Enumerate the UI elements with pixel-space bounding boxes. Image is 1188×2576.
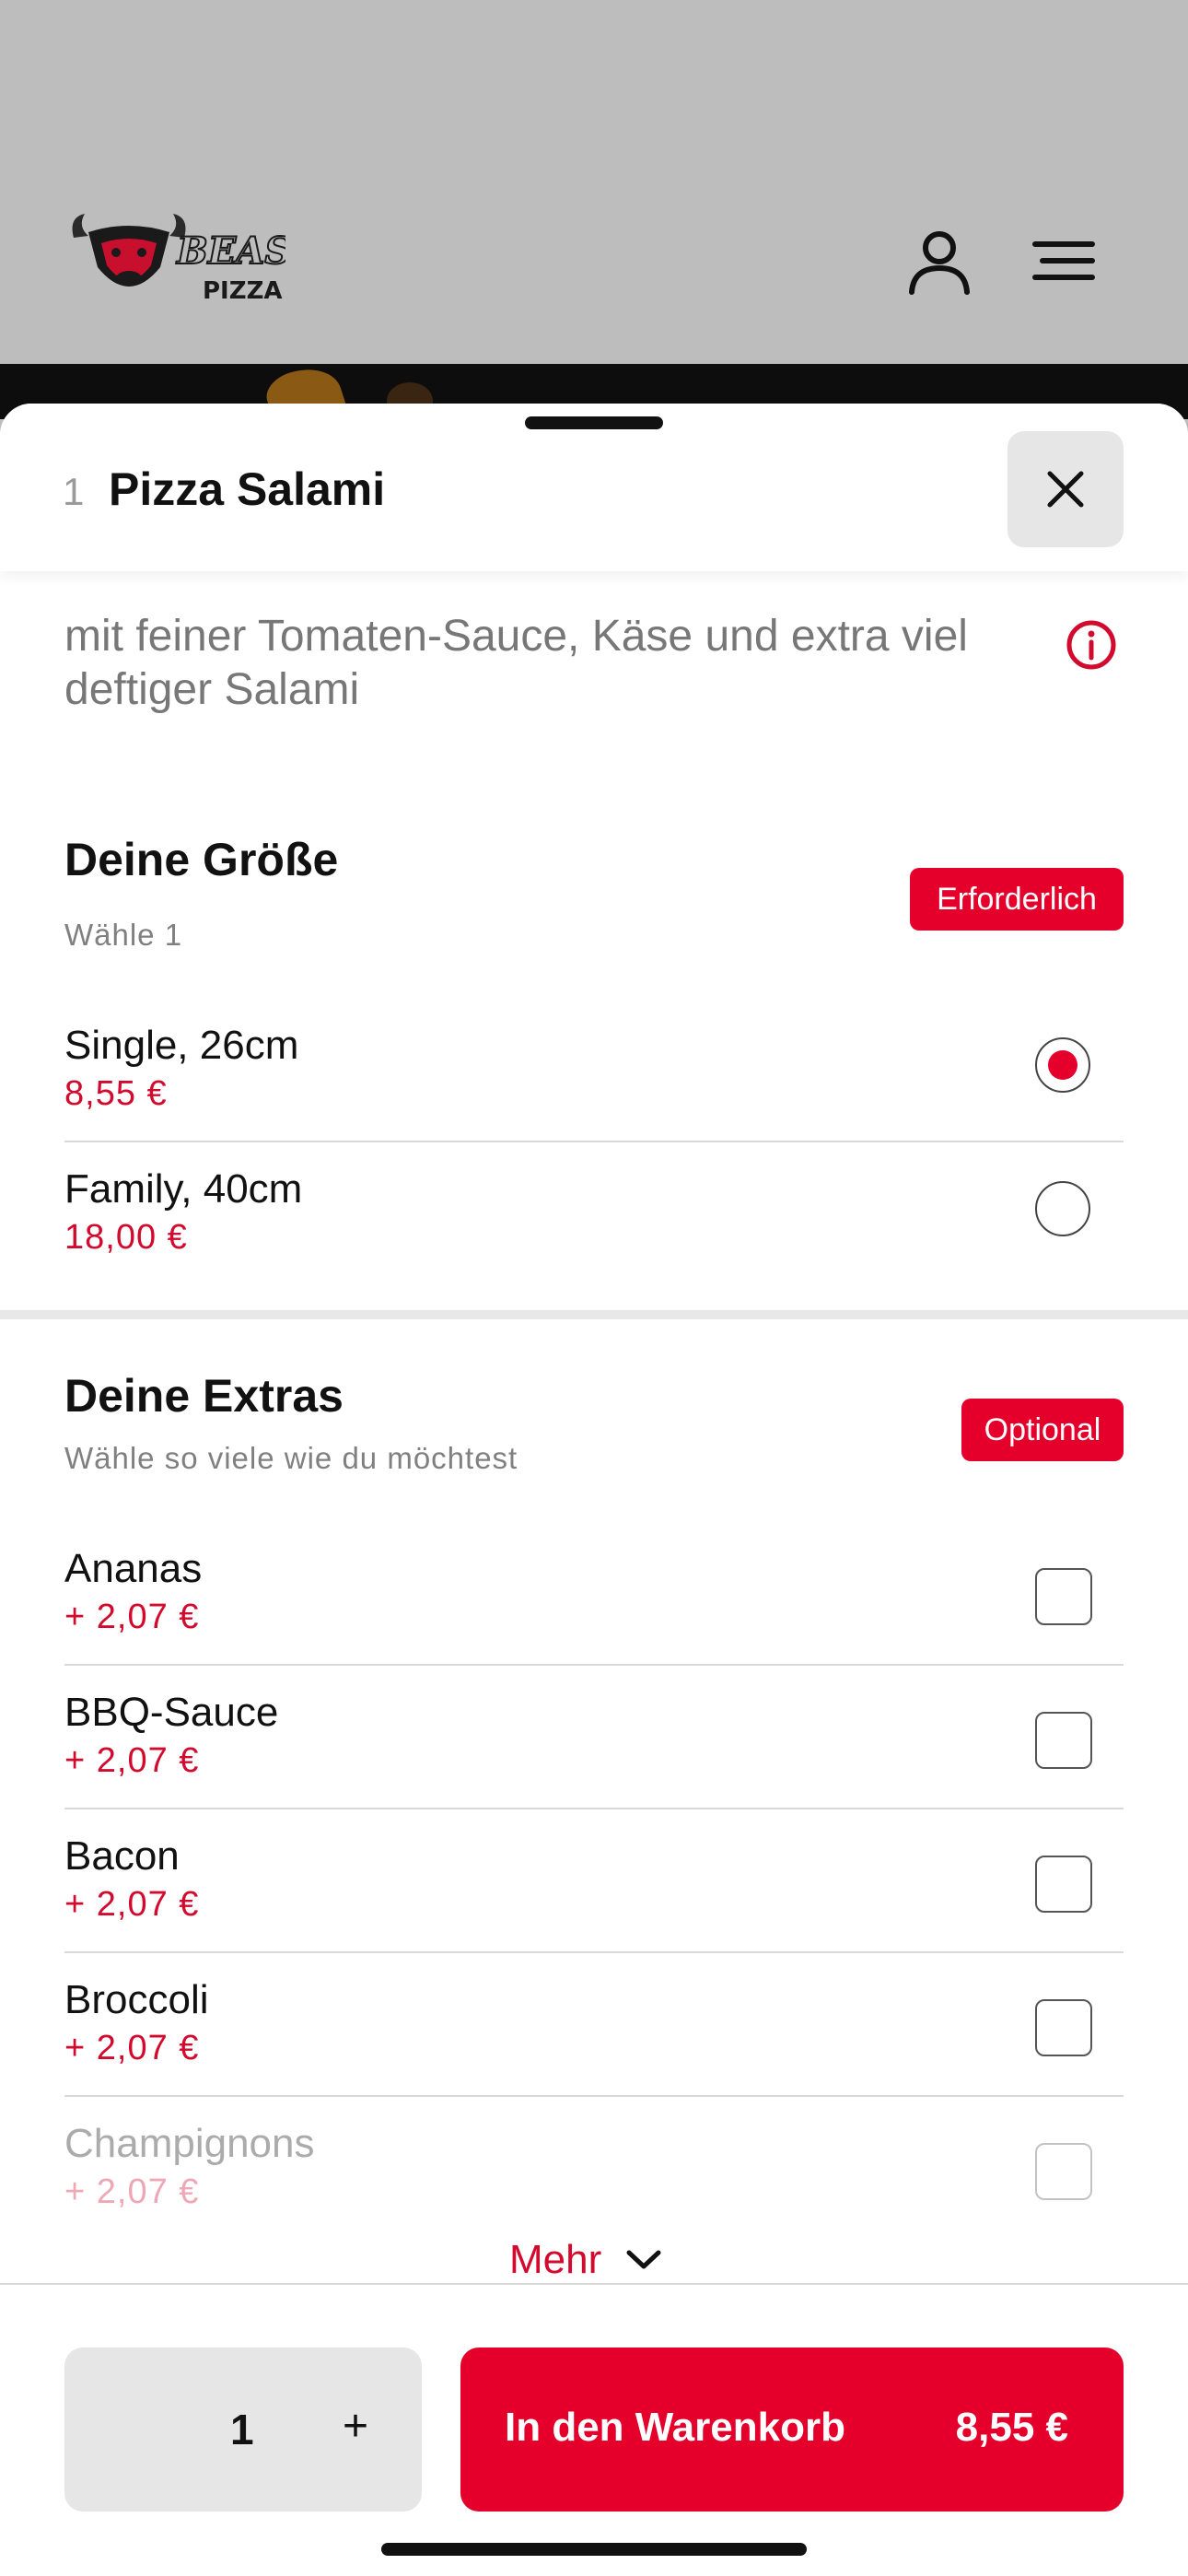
product-sheet: 1 Pizza Salami mit feiner Tomaten-Sauce,… [0, 404, 1188, 2576]
extra-price: + 2,07 € [64, 2029, 200, 2067]
extra-item-bbq-sauce[interactable]: BBQ-Sauce + 2,07 € [64, 1666, 1124, 1809]
hamburger-menu-icon[interactable] [1030, 226, 1100, 296]
checkbox[interactable] [1035, 1999, 1092, 2056]
extras-section-subtitle: Wähle so viele wie du möchtest [64, 1441, 518, 1475]
checkbox[interactable] [1035, 1856, 1092, 1913]
radio-selected[interactable] [1035, 1037, 1090, 1093]
close-icon [1047, 471, 1084, 508]
user-icon[interactable] [904, 226, 974, 296]
option-price: 18,00 € [64, 1218, 188, 1257]
extra-price: + 2,07 € [64, 1741, 200, 1780]
size-option-single[interactable]: Single, 26cm 8,55 € [64, 999, 1124, 1142]
cart-footer: 1 + In den Warenkorb 8,55 € [0, 2283, 1188, 2576]
radio-dot [1048, 1050, 1077, 1080]
beast-pizza-logo[interactable]: BEAST PIZZA [64, 210, 285, 311]
checkbox[interactable] [1035, 2143, 1092, 2200]
optional-badge: Optional [961, 1399, 1124, 1461]
extra-name: Ananas [64, 1546, 203, 1591]
extra-price: + 2,07 € [64, 1598, 200, 1636]
product-description: mit feiner Tomaten-Sauce, Käse und extra… [64, 612, 968, 714]
required-badge: Erforderlich [910, 868, 1124, 931]
extra-name: Broccoli [64, 1977, 209, 2022]
section-separator [0, 1310, 1188, 1319]
quantity-value: 1 [230, 2406, 254, 2453]
extra-item-ananas[interactable]: Ananas + 2,07 € [64, 1522, 1124, 1666]
add-to-cart-label: In den Warenkorb [505, 2405, 845, 2450]
show-more-label: Mehr [509, 2237, 602, 2282]
home-indicator[interactable] [381, 2543, 807, 2556]
extra-name: Champignons [64, 2121, 315, 2166]
option-name: Single, 26cm [64, 1023, 299, 1068]
sheet-grabber[interactable] [525, 416, 663, 429]
item-quantity-label: 1 [63, 470, 85, 513]
extra-price: + 2,07 € [64, 2172, 200, 2211]
extra-item-champignons[interactable]: Champignons + 2,07 € [64, 2097, 1124, 2241]
checkbox[interactable] [1035, 1568, 1092, 1625]
radio-unselected[interactable] [1035, 1181, 1090, 1236]
info-icon[interactable] [1066, 619, 1117, 671]
extra-item-broccoli[interactable]: Broccoli + 2,07 € [64, 1953, 1124, 2097]
checkbox[interactable] [1035, 1712, 1092, 1769]
svg-text:BEAST: BEAST [176, 229, 285, 273]
size-section-subtitle: Wähle 1 [64, 918, 183, 952]
cart-total-price: 8,55 € [955, 2405, 1068, 2450]
quantity-stepper[interactable]: 1 + [64, 2348, 422, 2512]
sheet-header: 1 Pizza Salami [0, 404, 1188, 571]
close-button[interactable] [1007, 431, 1124, 547]
extra-price: + 2,07 € [64, 1885, 200, 1924]
add-to-cart-button[interactable]: In den Warenkorb 8,55 € [460, 2348, 1124, 2512]
show-more-button[interactable]: Mehr [509, 2237, 662, 2283]
site-header: BEAST PIZZA [0, 0, 1188, 364]
chevron-down-icon [626, 2250, 661, 2269]
option-price: 8,55 € [64, 1074, 168, 1113]
extras-section-title: Deine Extras [64, 1370, 344, 1422]
product-title: Pizza Salami [109, 463, 386, 515]
extra-name: Bacon [64, 1833, 180, 1879]
option-name: Family, 40cm [64, 1166, 303, 1212]
size-option-family[interactable]: Family, 40cm 18,00 € [64, 1142, 1124, 1286]
extra-item-bacon[interactable]: Bacon + 2,07 € [64, 1809, 1124, 1953]
size-section-title: Deine Größe [64, 834, 339, 885]
extra-name: BBQ-Sauce [64, 1690, 279, 1735]
svg-text:PIZZA: PIZZA [203, 277, 283, 305]
increment-button[interactable]: + [343, 2401, 368, 2452]
